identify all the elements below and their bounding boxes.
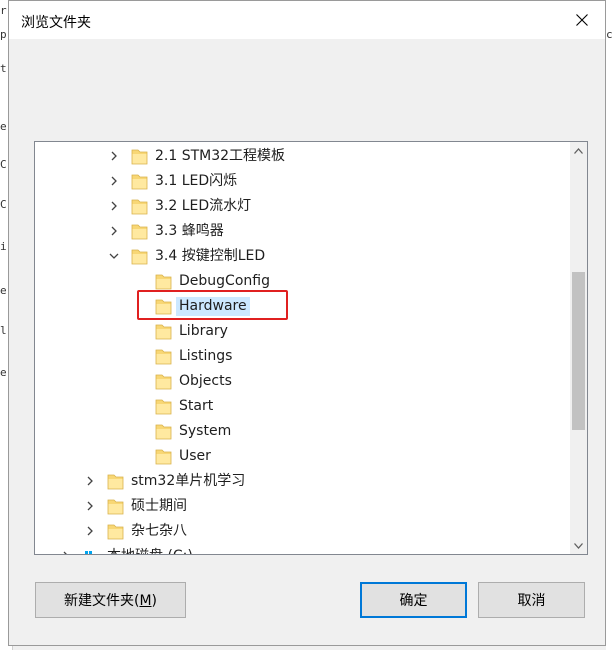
tree-item-buzzer[interactable]: 3.3 蜂鸣器 — [35, 219, 571, 244]
tree-item-label: 3.2 LED流水灯 — [155, 198, 252, 214]
new-folder-button[interactable]: 新建文件夹(M) — [35, 582, 186, 618]
ok-label: 确定 — [399, 593, 428, 609]
close-button[interactable] — [559, 1, 605, 39]
cancel-label: 取消 — [517, 593, 546, 609]
ok-button[interactable]: 确定 — [360, 582, 467, 618]
chevron-right-icon[interactable] — [109, 151, 119, 161]
tree-item-key-led[interactable]: 3.4 按键控制LED — [35, 244, 571, 269]
bg-text: e — [0, 366, 7, 379]
tree-item-label: Listings — [179, 348, 233, 364]
tree-item-system[interactable]: System — [35, 419, 571, 444]
bg-text: c — [606, 28, 613, 41]
annotation-highlight-box — [137, 290, 288, 320]
tree-item-led-flow[interactable]: 3.2 LED流水灯 — [35, 194, 571, 219]
chevron-right-icon[interactable] — [109, 201, 119, 211]
bg-text: e — [0, 120, 7, 133]
tree-item-hardware[interactable]: Hardware — [35, 294, 571, 319]
new-folder-label: 新建文件夹(M) — [63, 593, 158, 609]
folder-icon — [131, 224, 148, 240]
tree-item-label: 3.3 蜂鸣器 — [155, 223, 224, 239]
tree-item-label: System — [179, 423, 232, 439]
tree-item-listings[interactable]: Listings — [35, 344, 571, 369]
chevron-right-icon[interactable] — [109, 226, 119, 236]
tree-item-led-blink[interactable]: 3.1 LED闪烁 — [35, 169, 571, 194]
bg-text: C — [0, 198, 7, 211]
tree-item-debugconfig[interactable]: DebugConfig — [35, 269, 571, 294]
tree-item-start[interactable]: Start — [35, 394, 571, 419]
tree-item-label: stm32单片机学习 — [131, 473, 246, 489]
tree-item-label: Start — [179, 398, 214, 414]
tree-item-misc[interactable]: 杂七杂八 — [35, 519, 571, 544]
chevron-up-icon — [574, 147, 583, 154]
scroll-down-button[interactable] — [570, 537, 587, 554]
cancel-button[interactable]: 取消 — [478, 582, 585, 618]
folder-icon — [131, 149, 148, 165]
close-icon — [576, 14, 588, 26]
tree-item-label: Objects — [179, 373, 232, 389]
tree-item-stm32-template[interactable]: 2.1 STM32工程模板 — [35, 144, 571, 169]
folder-icon — [107, 499, 124, 515]
tree-item-local-disk-c[interactable]: 本地磁盘 (C:) — [35, 544, 571, 555]
bg-text: r — [0, 4, 7, 17]
folder-icon — [131, 249, 148, 265]
scrollbar-thumb[interactable] — [572, 272, 585, 430]
folder-icon — [155, 349, 172, 365]
bg-text: l — [0, 324, 7, 337]
chevron-right-icon[interactable] — [61, 551, 71, 555]
tree-item-objects[interactable]: Objects — [35, 369, 571, 394]
tree-item-label: 3.4 按键控制LED — [155, 248, 266, 264]
tree-item-label: DebugConfig — [179, 273, 270, 289]
chevron-right-icon[interactable] — [85, 501, 95, 511]
background-window-right: c — [606, 0, 616, 650]
folder-icon — [155, 399, 172, 415]
chevron-right-icon[interactable] — [85, 476, 95, 486]
folder-tree[interactable]: 本地磁盘 (C:) 杂七杂八 硕士期间 stm32单片机学习 User System Sta… — [34, 141, 588, 555]
tree-item-label: 硕士期间 — [131, 498, 187, 514]
title-bar[interactable]: 浏览文件夹 — [9, 1, 605, 39]
bg-text: p — [0, 28, 7, 41]
chevron-right-icon[interactable] — [109, 176, 119, 186]
chevron-down-icon[interactable] — [109, 251, 119, 261]
chevron-down-icon — [574, 542, 583, 549]
tree-item-label: 2.1 STM32工程模板 — [155, 148, 286, 164]
folder-icon — [155, 274, 172, 290]
tree-item-label: User — [179, 448, 211, 464]
drive-icon — [85, 551, 92, 554]
bg-text: C — [0, 158, 7, 171]
folder-icon — [155, 424, 172, 440]
folder-icon — [155, 449, 172, 465]
folder-icon — [107, 474, 124, 490]
tree-item-label: 3.1 LED闪烁 — [155, 173, 238, 189]
dialog-title: 浏览文件夹 — [21, 15, 91, 31]
bg-text: i — [0, 240, 7, 253]
tree-item-masters[interactable]: 硕士期间 — [35, 494, 571, 519]
chevron-right-icon[interactable] — [85, 526, 95, 536]
vertical-scrollbar[interactable] — [570, 142, 587, 554]
tree-item-label: 杂七杂八 — [131, 523, 187, 539]
bg-text: t — [0, 62, 7, 75]
folder-icon — [131, 174, 148, 190]
tree-item-stm32-study[interactable]: stm32单片机学习 — [35, 469, 571, 494]
tree-item-user[interactable]: User — [35, 444, 571, 469]
folder-icon — [155, 324, 172, 340]
scroll-up-button[interactable] — [570, 142, 587, 159]
folder-icon — [155, 374, 172, 390]
tree-item-label: Library — [179, 323, 228, 339]
browse-folder-dialog: 浏览文件夹 本地磁盘 (C:) 杂七杂八 硕士期间 stm32单片机学习 User Sys… — [8, 0, 606, 646]
folder-icon — [107, 524, 124, 540]
folder-icon — [131, 199, 148, 215]
bg-text: e — [0, 284, 7, 297]
tree-item-label: 本地磁盘 (C:) — [107, 547, 193, 554]
tree-item-library[interactable]: Library — [35, 319, 571, 344]
